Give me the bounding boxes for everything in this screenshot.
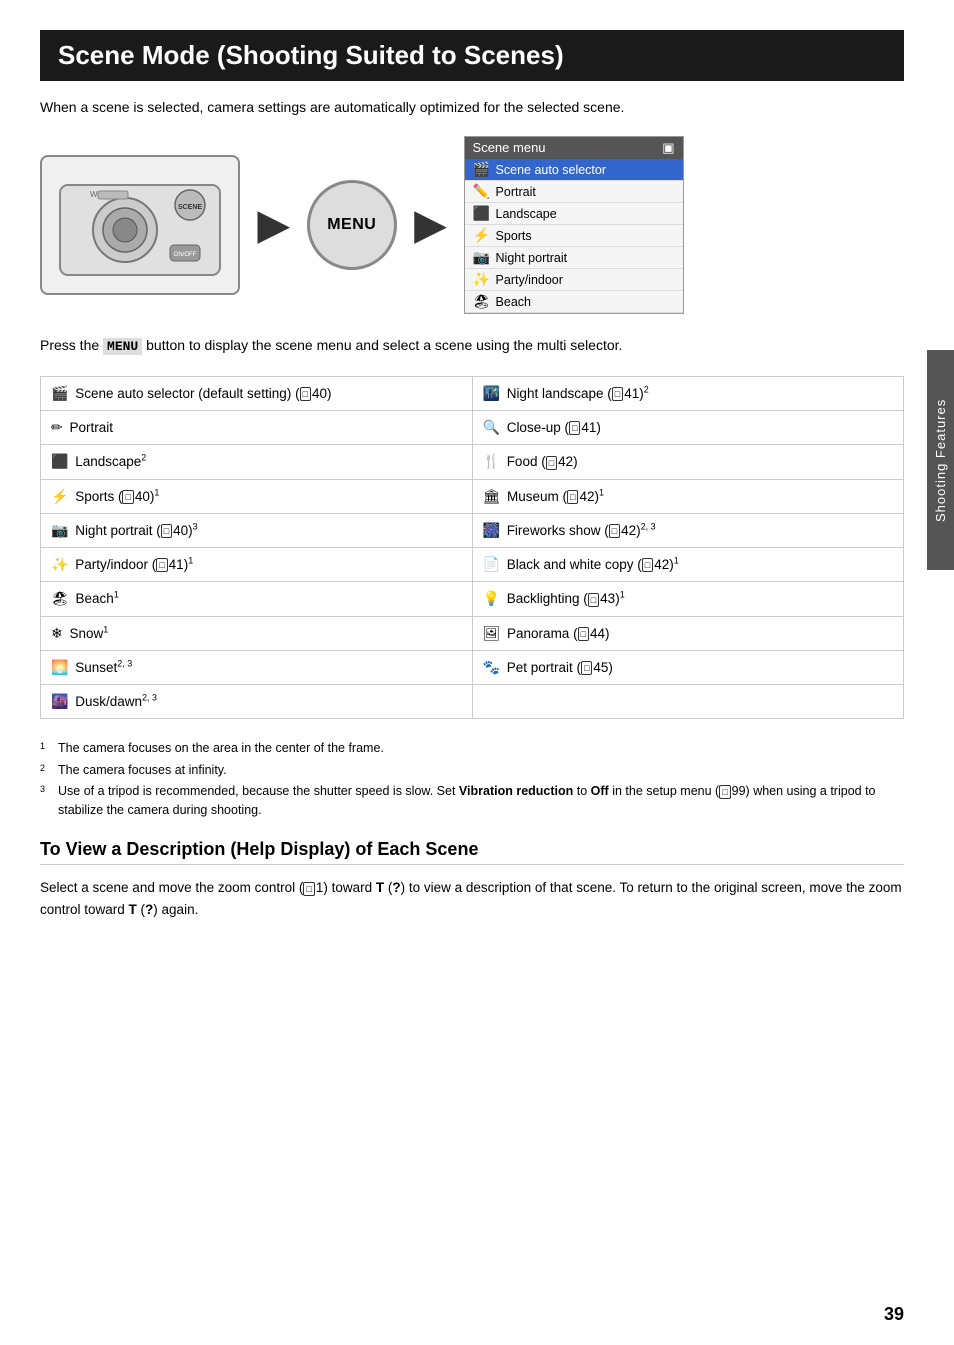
table-cell-right-1: 🔍 Close-up (□41) <box>472 411 904 445</box>
svg-text:W: W <box>90 190 98 199</box>
table-cell-right-8: 🐾 Pet portrait (□45) <box>472 650 904 684</box>
table-row: ⬛ Landscape2 🍴 Food (□42) <box>41 445 904 479</box>
scene-menu-item-1[interactable]: ✏️ Portrait <box>465 181 683 203</box>
table-row: ❄ Snow1 🖼 Panorama (□44) <box>41 616 904 650</box>
table-row: 🌅 Sunset2, 3 🐾 Pet portrait (□45) <box>41 650 904 684</box>
table-row: 🎬 Scene auto selector (default setting) … <box>41 376 904 410</box>
scene-menu-item-4[interactable]: 📷 Night portrait <box>465 247 683 269</box>
scene-icon-5: ✨ <box>473 271 491 288</box>
icon-pet-portrait: 🐾 <box>483 659 500 675</box>
table-cell-right-0: 🌃 Night landscape (□41)2 <box>472 376 904 410</box>
icon-museum: 🏛 <box>483 488 501 504</box>
scene-menu-item-5[interactable]: ✨ Party/indoor <box>465 269 683 291</box>
page-title: Scene Mode (Shooting Suited to Scenes) <box>40 30 904 81</box>
icon-panorama: 🖼 <box>483 625 501 641</box>
scene-label-6: Beach <box>496 295 531 309</box>
table-row: 🏖 Beach1 💡 Backlighting (□43)1 <box>41 582 904 616</box>
scene-icon-2: ⬛ <box>473 205 491 222</box>
diagram-section: SCENE ON/OFF W ▶ MENU ▶ Scene menu ▣ 🎬 S… <box>40 136 904 314</box>
table-cell-left-7: ❄ Snow1 <box>41 616 473 650</box>
footnote-1: 1 The camera focuses on the area in the … <box>40 739 904 760</box>
icon-night-landscape: 🌃 <box>483 385 500 401</box>
scene-menu-item-6[interactable]: 🏖 Beach <box>465 291 683 313</box>
scene-menu-title: Scene menu ▣ <box>465 137 683 159</box>
menu-button-diagram: MENU <box>307 180 397 270</box>
scene-menu-item-0[interactable]: 🎬 Scene auto selector <box>465 159 683 181</box>
arrow-right: ▶ <box>258 202 289 248</box>
table-row: ✏ Portrait 🔍 Close-up (□41) <box>41 411 904 445</box>
table-cell-left-2: ⬛ Landscape2 <box>41 445 473 479</box>
footnotes: 1 The camera focuses on the area in the … <box>40 739 904 819</box>
menu-bold-label: MENU <box>103 338 142 355</box>
scene-icon-0: 🎬 <box>473 161 491 178</box>
table-cell-left-4: 📷 Night portrait (□40)3 <box>41 513 473 547</box>
icon-fireworks: 🎆 <box>483 522 500 538</box>
scene-label-1: Portrait <box>496 185 536 199</box>
table-row: 📷 Night portrait (□40)3 🎆 Fireworks show… <box>41 513 904 547</box>
table-cell-left-1: ✏ Portrait <box>41 411 473 445</box>
camera-diagram: SCENE ON/OFF W <box>40 155 240 295</box>
table-cell-right-6: 💡 Backlighting (□43)1 <box>472 582 904 616</box>
icon-beach: 🏖 <box>51 590 69 606</box>
icon-sports: ⚡ <box>51 488 68 504</box>
svg-text:ON/OFF: ON/OFF <box>174 252 197 258</box>
help-section-heading: To View a Description (Help Display) of … <box>40 839 904 865</box>
table-cell-left-6: 🏖 Beach1 <box>41 582 473 616</box>
intro-text: When a scene is selected, camera setting… <box>40 97 904 118</box>
icon-scene-auto: 🎬 <box>51 385 68 401</box>
icon-food: 🍴 <box>483 453 500 469</box>
scene-menu-box: Scene menu ▣ 🎬 Scene auto selector ✏️ Po… <box>464 136 684 314</box>
icon-bw-copy: 📄 <box>483 556 500 572</box>
table-cell-left-9: 🌆 Dusk/dawn2, 3 <box>41 685 473 719</box>
scene-label-2: Landscape <box>496 207 557 221</box>
scene-label-0: Scene auto selector <box>496 163 607 177</box>
scene-icon-4: 📷 <box>473 249 491 266</box>
scene-icon-1: ✏️ <box>473 183 491 200</box>
icon-night-portrait: 📷 <box>51 522 68 538</box>
icon-snow: ❄ <box>51 625 63 641</box>
scene-menu-item-2[interactable]: ⬛ Landscape <box>465 203 683 225</box>
icon-landscape: ⬛ <box>51 453 68 469</box>
footnote-2: 2 The camera focuses at infinity. <box>40 761 904 782</box>
sidebar-label: Shooting Features <box>927 350 954 570</box>
table-cell-left-3: ⚡ Sports (□40)1 <box>41 479 473 513</box>
table-cell-right-3: 🏛 Museum (□42)1 <box>472 479 904 513</box>
scene-label-5: Party/indoor <box>496 273 563 287</box>
footnote-3: 3 Use of a tripod is recommended, becaus… <box>40 782 904 820</box>
icon-portrait: ✏ <box>51 419 63 435</box>
press-text: Press the MENU button to display the sce… <box>40 334 904 358</box>
table-cell-right-4: 🎆 Fireworks show (□42)2, 3 <box>472 513 904 547</box>
icon-backlighting: 💡 <box>483 590 500 606</box>
help-section: To View a Description (Help Display) of … <box>40 839 904 920</box>
table-cell-right-9 <box>472 685 904 719</box>
arrow-right-2: ▶ <box>415 202 446 248</box>
scene-label-3: Sports <box>496 229 532 243</box>
page-number: 39 <box>884 1304 904 1325</box>
table-cell-right-2: 🍴 Food (□42) <box>472 445 904 479</box>
icon-sunset: 🌅 <box>51 659 68 675</box>
table-row: ⚡ Sports (□40)1 🏛 Museum (□42)1 <box>41 479 904 513</box>
scene-icon-3: ⚡ <box>473 227 491 244</box>
menu-button-label: MENU <box>327 216 376 234</box>
icon-party: ✨ <box>51 556 68 572</box>
table-cell-left-8: 🌅 Sunset2, 3 <box>41 650 473 684</box>
scene-label-4: Night portrait <box>496 251 568 265</box>
table-cell-right-5: 📄 Black and white copy (□42)1 <box>472 548 904 582</box>
table-row: 🌆 Dusk/dawn2, 3 <box>41 685 904 719</box>
help-section-body: Select a scene and move the zoom control… <box>40 877 904 920</box>
scene-menu-item-3[interactable]: ⚡ Sports <box>465 225 683 247</box>
table-row: ✨ Party/indoor (□41)1 📄 Black and white … <box>41 548 904 582</box>
table-cell-right-7: 🖼 Panorama (□44) <box>472 616 904 650</box>
scene-icon-6: 🏖 <box>473 293 491 310</box>
icon-closeup: 🔍 <box>483 419 500 435</box>
svg-text:SCENE: SCENE <box>178 204 202 211</box>
features-table: 🎬 Scene auto selector (default setting) … <box>40 376 904 720</box>
camera-svg: SCENE ON/OFF W <box>50 165 230 285</box>
table-cell-left-5: ✨ Party/indoor (□41)1 <box>41 548 473 582</box>
table-cell-left-0: 🎬 Scene auto selector (default setting) … <box>41 376 473 410</box>
icon-dusk-dawn: 🌆 <box>51 693 68 709</box>
